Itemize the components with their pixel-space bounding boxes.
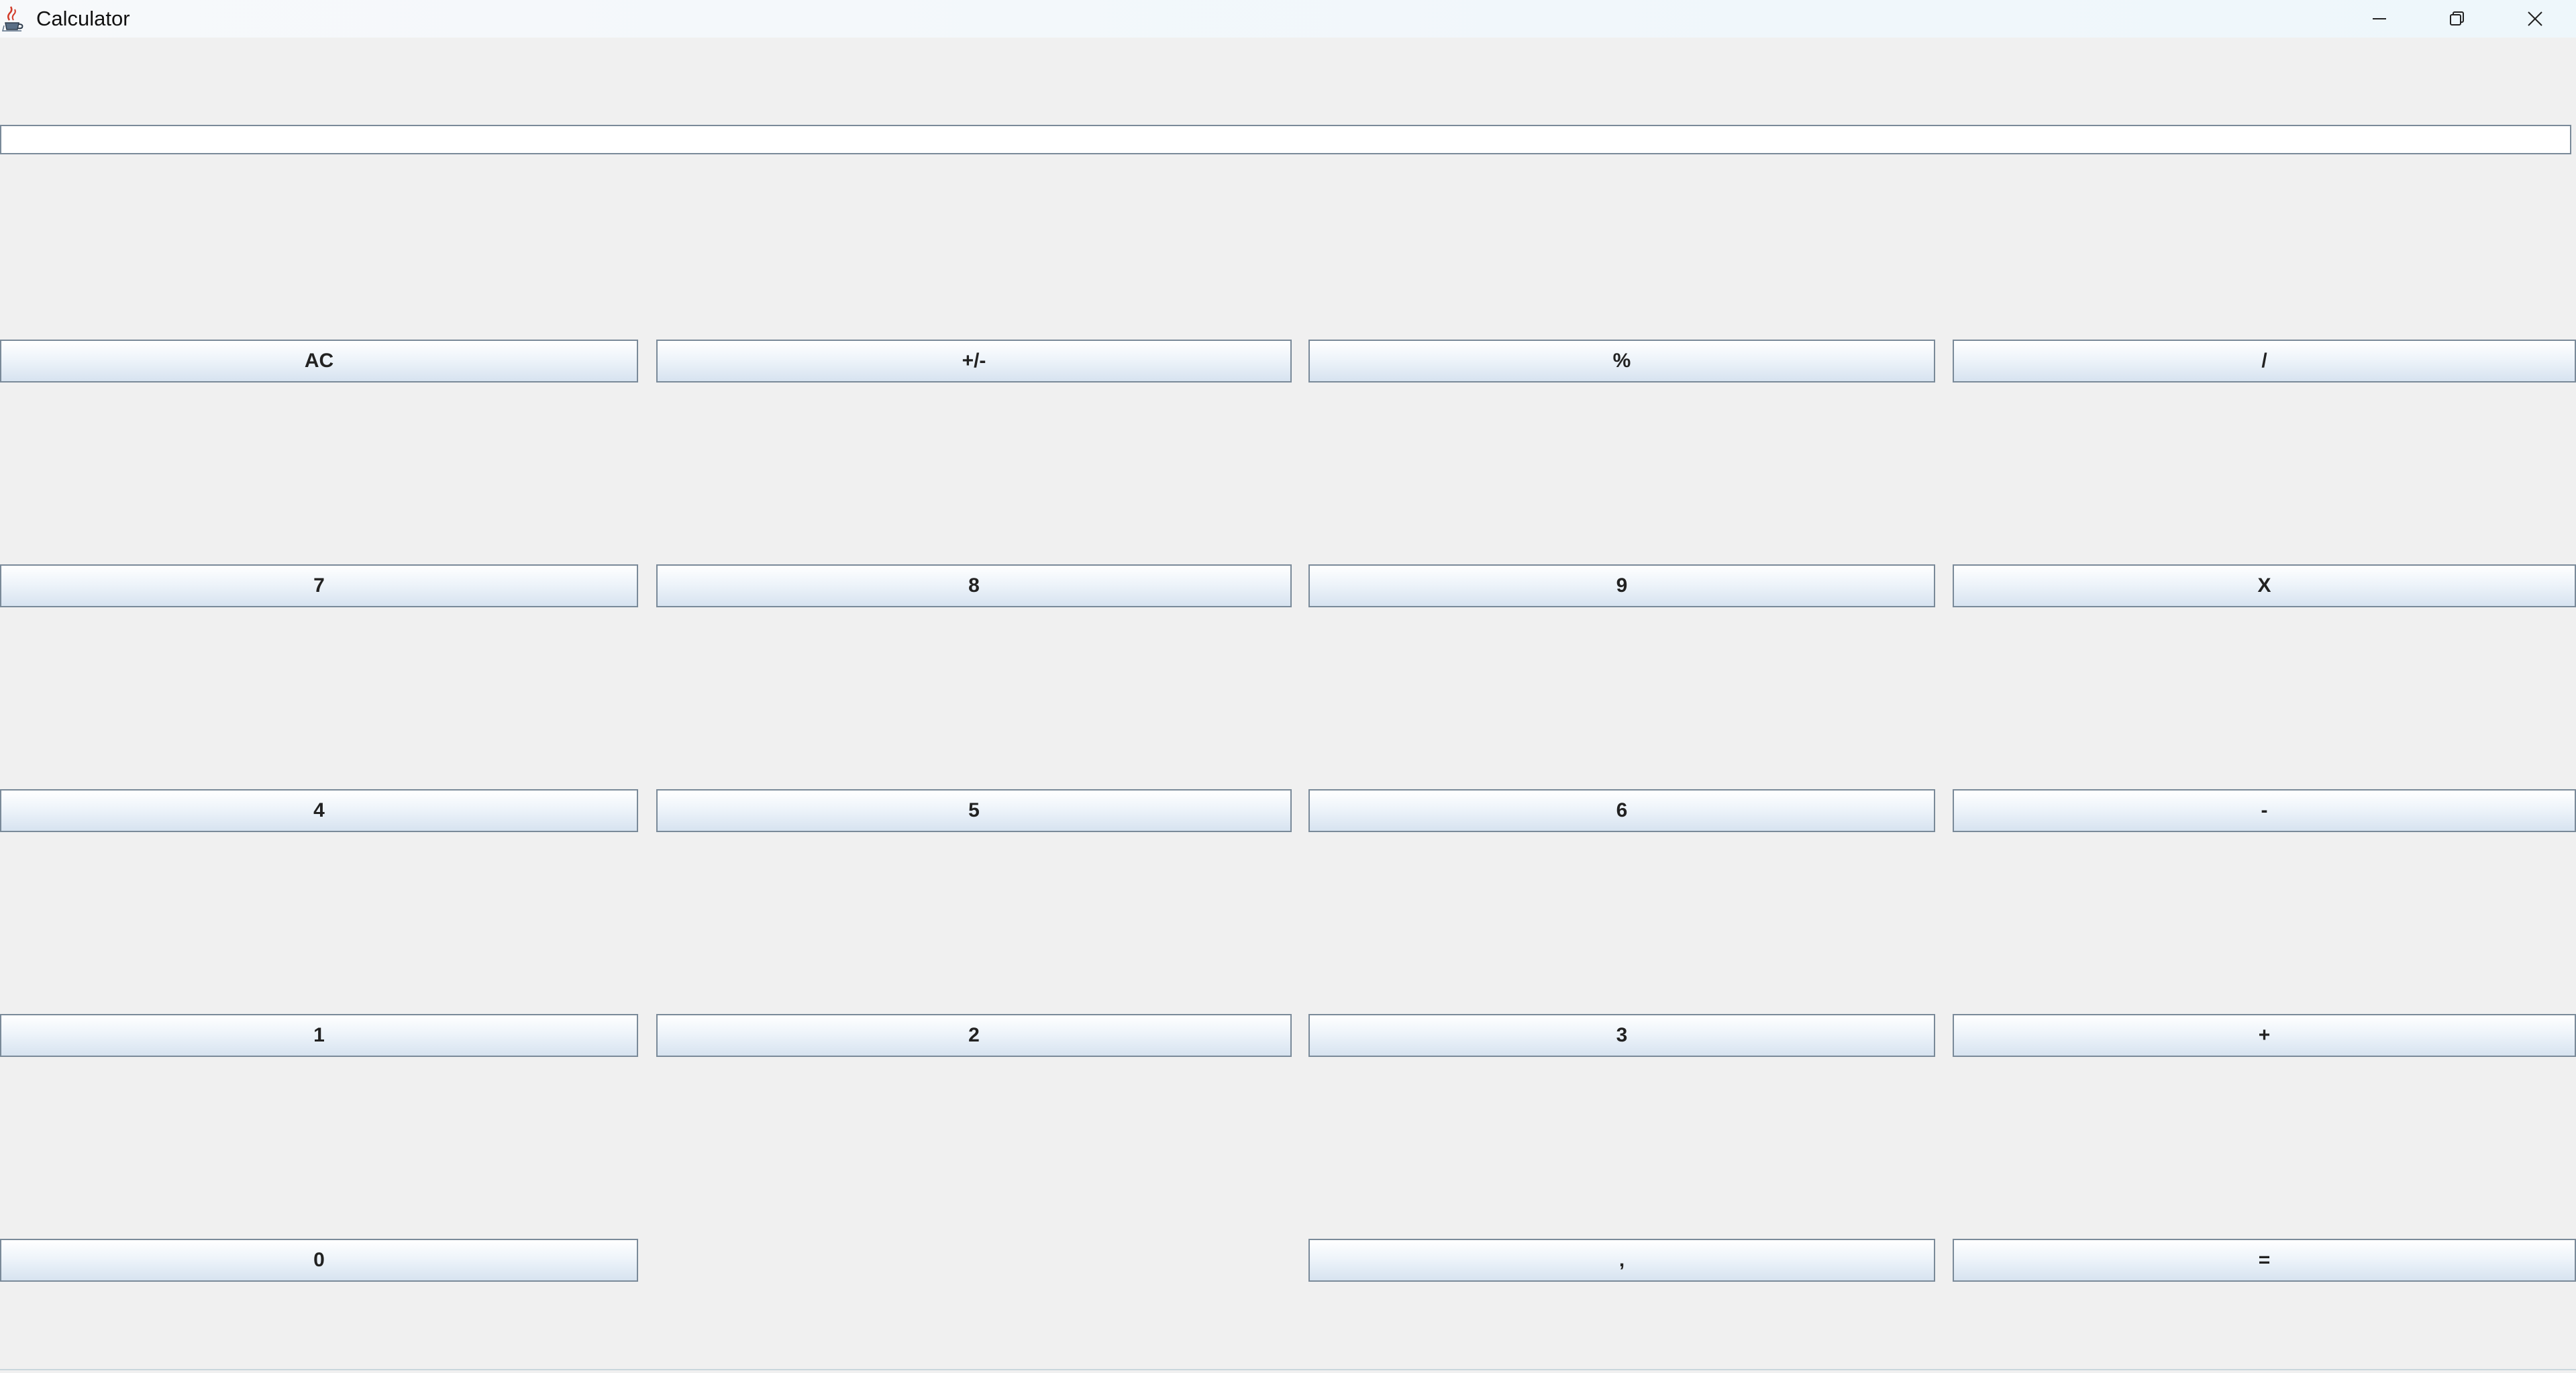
decimal-comma-button[interactable]: , <box>1308 1239 1935 1282</box>
close-icon <box>2527 11 2543 27</box>
digit-7-button[interactable]: 7 <box>0 564 638 607</box>
digit-5-button[interactable]: 5 <box>656 789 1292 832</box>
add-button[interactable]: + <box>1953 1014 2576 1057</box>
digit-0-button[interactable]: 0 <box>0 1239 638 1282</box>
digit-4-button[interactable]: 4 <box>0 789 638 832</box>
window-bottom-border <box>0 1369 2576 1370</box>
java-cup-icon <box>1 5 28 32</box>
all-clear-button[interactable]: AC <box>0 340 638 383</box>
digit-9-button[interactable]: 9 <box>1308 564 1935 607</box>
minimize-icon <box>2371 11 2387 27</box>
title-bar[interactable]: Calculator <box>0 0 2576 38</box>
subtract-button[interactable]: - <box>1953 789 2576 832</box>
divide-button[interactable]: / <box>1953 340 2576 383</box>
digit-6-button[interactable]: 6 <box>1308 789 1935 832</box>
minimize-button[interactable] <box>2340 0 2418 38</box>
digit-8-button[interactable]: 8 <box>656 564 1292 607</box>
window-title: Calculator <box>36 7 130 30</box>
restore-icon <box>2449 10 2466 28</box>
result-display[interactable] <box>0 125 2571 154</box>
percent-button[interactable]: % <box>1308 340 1935 383</box>
equals-button[interactable]: = <box>1953 1239 2576 1282</box>
multiply-button[interactable]: X <box>1953 564 2576 607</box>
digit-2-button[interactable]: 2 <box>656 1014 1292 1057</box>
calculator-window: Calculator AC +/- % / 7 8 9 X 4 5 6 - 1 … <box>0 0 2576 1373</box>
maximize-button[interactable] <box>2418 0 2496 38</box>
sign-toggle-button[interactable]: +/- <box>656 340 1292 383</box>
digit-3-button[interactable]: 3 <box>1308 1014 1935 1057</box>
close-button[interactable] <box>2496 0 2574 38</box>
digit-1-button[interactable]: 1 <box>0 1014 638 1057</box>
